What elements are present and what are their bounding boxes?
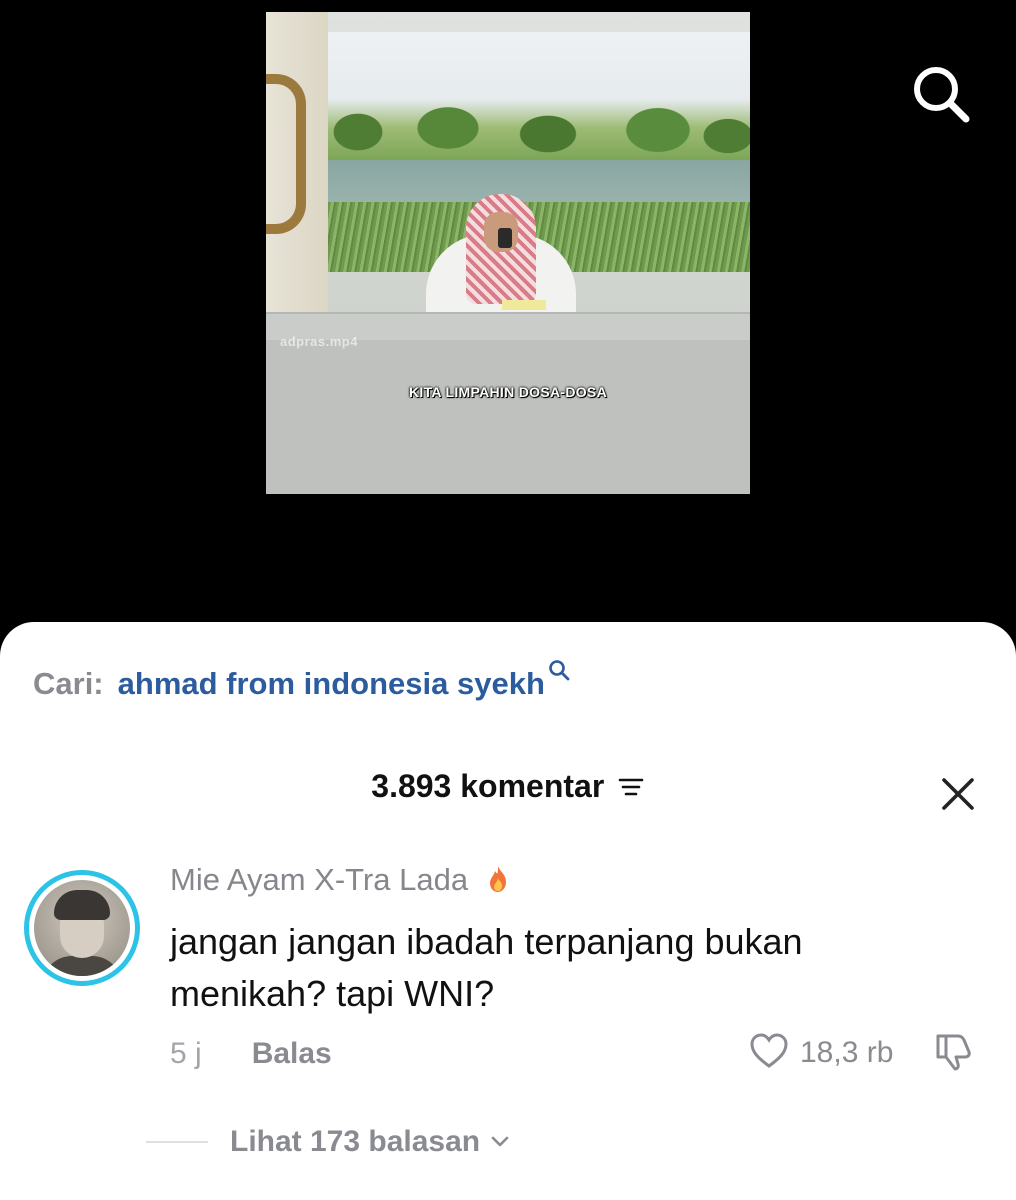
studio-pillar bbox=[266, 12, 328, 312]
like-button[interactable] bbox=[748, 1030, 790, 1072]
comment-text: jangan jangan ibadah terpanjang bukan me… bbox=[170, 921, 803, 1014]
avatar-shirt bbox=[42, 956, 122, 976]
dislike-button[interactable] bbox=[932, 1030, 978, 1072]
close-icon bbox=[942, 778, 974, 810]
sort-icon[interactable] bbox=[617, 776, 645, 798]
search-icon bbox=[914, 67, 970, 123]
comments-sheet: Cari: ahmad from indonesia syekh 3.893 k… bbox=[0, 622, 1016, 1200]
video-caption: KITA LIMPAHIN DOSA-DOSA bbox=[409, 384, 607, 400]
username-text: Mie Ayam X-Tra Lada bbox=[170, 862, 469, 897]
pillar-ornament bbox=[266, 74, 306, 234]
search-icon bbox=[549, 660, 570, 681]
video-watermark: adpras.mp4 bbox=[280, 334, 358, 349]
desk-front bbox=[266, 340, 750, 494]
avatar[interactable] bbox=[24, 870, 140, 986]
presenter bbox=[426, 184, 576, 314]
search-prefix: Cari: bbox=[33, 666, 104, 701]
desk-paper bbox=[502, 300, 546, 310]
video-thumbnail[interactable]: adpras.mp4 KITA LIMPAHIN DOSA-DOSA bbox=[266, 12, 750, 494]
chevron-down-icon bbox=[491, 1136, 509, 1147]
replies-divider bbox=[146, 1141, 208, 1143]
avatar-image bbox=[34, 880, 130, 976]
view-replies-label: Lihat 173 balasan bbox=[230, 1125, 481, 1158]
video-player[interactable]: adpras.mp4 KITA LIMPAHIN DOSA-DOSA bbox=[0, 0, 1016, 640]
comment-meta: 5 j Balas bbox=[170, 1034, 332, 1074]
reply-button[interactable]: Balas bbox=[252, 1037, 332, 1071]
like-count: 18,3 rb bbox=[800, 1036, 894, 1069]
trees bbox=[328, 92, 750, 162]
comment-username[interactable]: Mie Ayam X-Tra Lada bbox=[170, 862, 511, 898]
avatar-hair bbox=[54, 890, 110, 920]
comment-time: 5 j bbox=[170, 1037, 202, 1070]
search-query-link[interactable]: ahmad from indonesia syekh bbox=[118, 666, 545, 702]
comments-header: 3.893 komentar bbox=[0, 768, 1016, 812]
close-button[interactable] bbox=[936, 772, 980, 816]
fire-icon bbox=[489, 866, 506, 892]
related-search[interactable]: Cari: ahmad from indonesia syekh bbox=[33, 660, 571, 710]
comment-count: 3.893 komentar bbox=[371, 768, 605, 804]
heart-icon bbox=[750, 1033, 788, 1068]
thumbs-down-icon bbox=[936, 1034, 971, 1071]
view-replies-button[interactable]: Lihat 173 balasan bbox=[146, 1120, 510, 1164]
presenter-cup bbox=[498, 228, 512, 248]
search-button[interactable] bbox=[906, 62, 978, 126]
